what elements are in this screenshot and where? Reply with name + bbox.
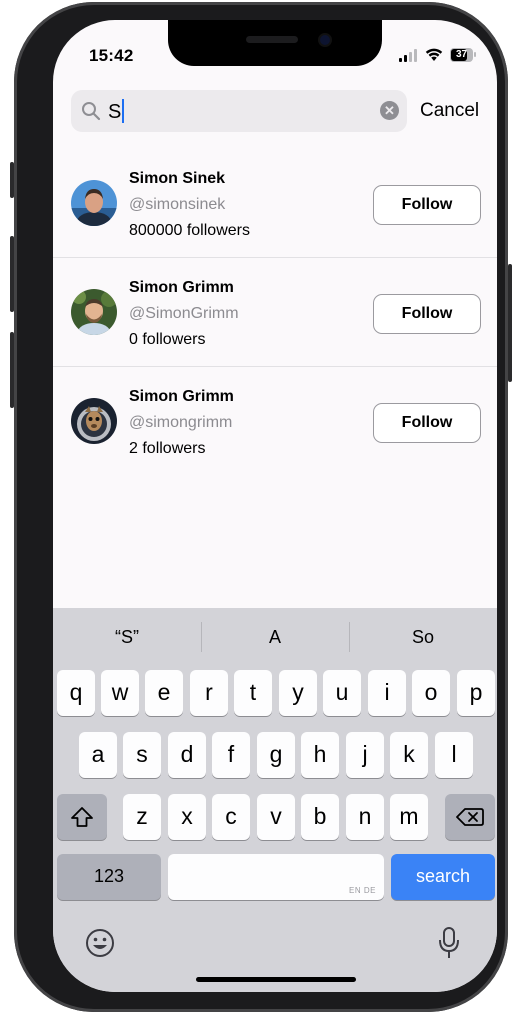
key-b[interactable]: b xyxy=(301,794,339,840)
key-c[interactable]: c xyxy=(212,794,250,840)
key-s[interactable]: s xyxy=(123,732,161,778)
key-g[interactable]: g xyxy=(257,732,295,778)
avatar xyxy=(71,289,117,335)
keyboard: “S” A So q w e r t y u i o p a s d f g h… xyxy=(53,608,497,992)
key-m[interactable]: m xyxy=(390,794,428,840)
status-time: 15:42 xyxy=(89,46,134,65)
key-h[interactable]: h xyxy=(301,732,339,778)
text-caret xyxy=(122,99,125,123)
key-y[interactable]: y xyxy=(279,670,317,716)
user-handle: @simonsinek xyxy=(129,196,226,213)
key-p[interactable]: p xyxy=(457,670,495,716)
suggestion-2[interactable]: A xyxy=(201,608,349,666)
power-button xyxy=(508,264,512,382)
emoji-icon[interactable] xyxy=(85,928,115,958)
microphone-icon[interactable] xyxy=(438,926,460,960)
avatar xyxy=(71,180,117,226)
key-z[interactable]: z xyxy=(123,794,161,840)
user-row[interactable]: Simon Grimm @simongrimm 2 followers Foll… xyxy=(53,368,497,476)
battery-icon: 37 xyxy=(450,48,476,62)
key-k[interactable]: k xyxy=(390,732,428,778)
clear-icon[interactable]: ✕ xyxy=(380,101,399,120)
front-camera xyxy=(320,35,330,45)
key-o[interactable]: o xyxy=(412,670,450,716)
user-name: Simon Grimm xyxy=(129,388,234,405)
user-name: Simon Grimm xyxy=(129,279,234,296)
user-name: Simon Sinek xyxy=(129,170,226,187)
shift-icon xyxy=(71,807,93,827)
mute-switch xyxy=(10,162,14,198)
follow-button[interactable]: Follow xyxy=(373,294,481,334)
search-query: S xyxy=(108,101,122,123)
follow-button[interactable]: Follow xyxy=(373,403,481,443)
avatar xyxy=(71,398,117,444)
speaker xyxy=(246,36,298,43)
divider xyxy=(53,366,497,367)
follower-count: 800000 followers xyxy=(129,222,250,239)
cancel-button[interactable]: Cancel xyxy=(420,100,479,122)
follow-button[interactable]: Follow xyxy=(373,185,481,225)
divider xyxy=(53,257,497,258)
user-row[interactable]: Simon Sinek @simonsinek 800000 followers… xyxy=(53,150,497,258)
key-x[interactable]: x xyxy=(168,794,206,840)
search-bar[interactable]: S ✕ xyxy=(71,90,407,132)
key-f[interactable]: f xyxy=(212,732,250,778)
key-u[interactable]: u xyxy=(323,670,361,716)
user-handle: @simongrimm xyxy=(129,414,233,431)
backspace-key[interactable] xyxy=(445,794,495,840)
key-t[interactable]: t xyxy=(234,670,272,716)
keyboard-language-hint: EN DE xyxy=(349,886,376,895)
search-icon xyxy=(82,102,101,121)
notch xyxy=(168,20,382,66)
user-handle: @SimonGrimm xyxy=(129,305,239,322)
battery-level: 37 xyxy=(455,49,468,60)
suggestion-1[interactable]: “S” xyxy=(53,608,201,666)
follower-count: 2 followers xyxy=(129,440,206,457)
screen: 15:42 37 S ✕ Cancel Simon Sinek @simonsi… xyxy=(53,20,497,992)
volume-down-button xyxy=(10,332,14,408)
key-a[interactable]: a xyxy=(79,732,117,778)
wifi-icon xyxy=(425,48,443,61)
key-v[interactable]: v xyxy=(257,794,295,840)
home-indicator[interactable] xyxy=(196,977,356,982)
key-r[interactable]: r xyxy=(190,670,228,716)
search-input[interactable]: S xyxy=(108,99,125,124)
numbers-key[interactable]: 123 xyxy=(57,854,161,900)
key-e[interactable]: e xyxy=(145,670,183,716)
phone-frame: 15:42 37 S ✕ Cancel Simon Sinek @simonsi… xyxy=(10,2,512,1012)
follower-count: 0 followers xyxy=(129,331,206,348)
key-w[interactable]: w xyxy=(101,670,139,716)
key-n[interactable]: n xyxy=(346,794,384,840)
shift-key[interactable] xyxy=(57,794,107,840)
key-j[interactable]: j xyxy=(346,732,384,778)
signal-icon xyxy=(399,49,417,62)
space-key[interactable]: EN DE xyxy=(168,854,384,900)
user-row[interactable]: Simon Grimm @SimonGrimm 0 followers Foll… xyxy=(53,259,497,367)
key-q[interactable]: q xyxy=(57,670,95,716)
suggestion-3[interactable]: So xyxy=(349,608,497,666)
backspace-icon xyxy=(456,808,484,826)
key-d[interactable]: d xyxy=(168,732,206,778)
volume-up-button xyxy=(10,236,14,312)
key-l[interactable]: l xyxy=(435,732,473,778)
key-i[interactable]: i xyxy=(368,670,406,716)
search-key[interactable]: search xyxy=(391,854,495,900)
